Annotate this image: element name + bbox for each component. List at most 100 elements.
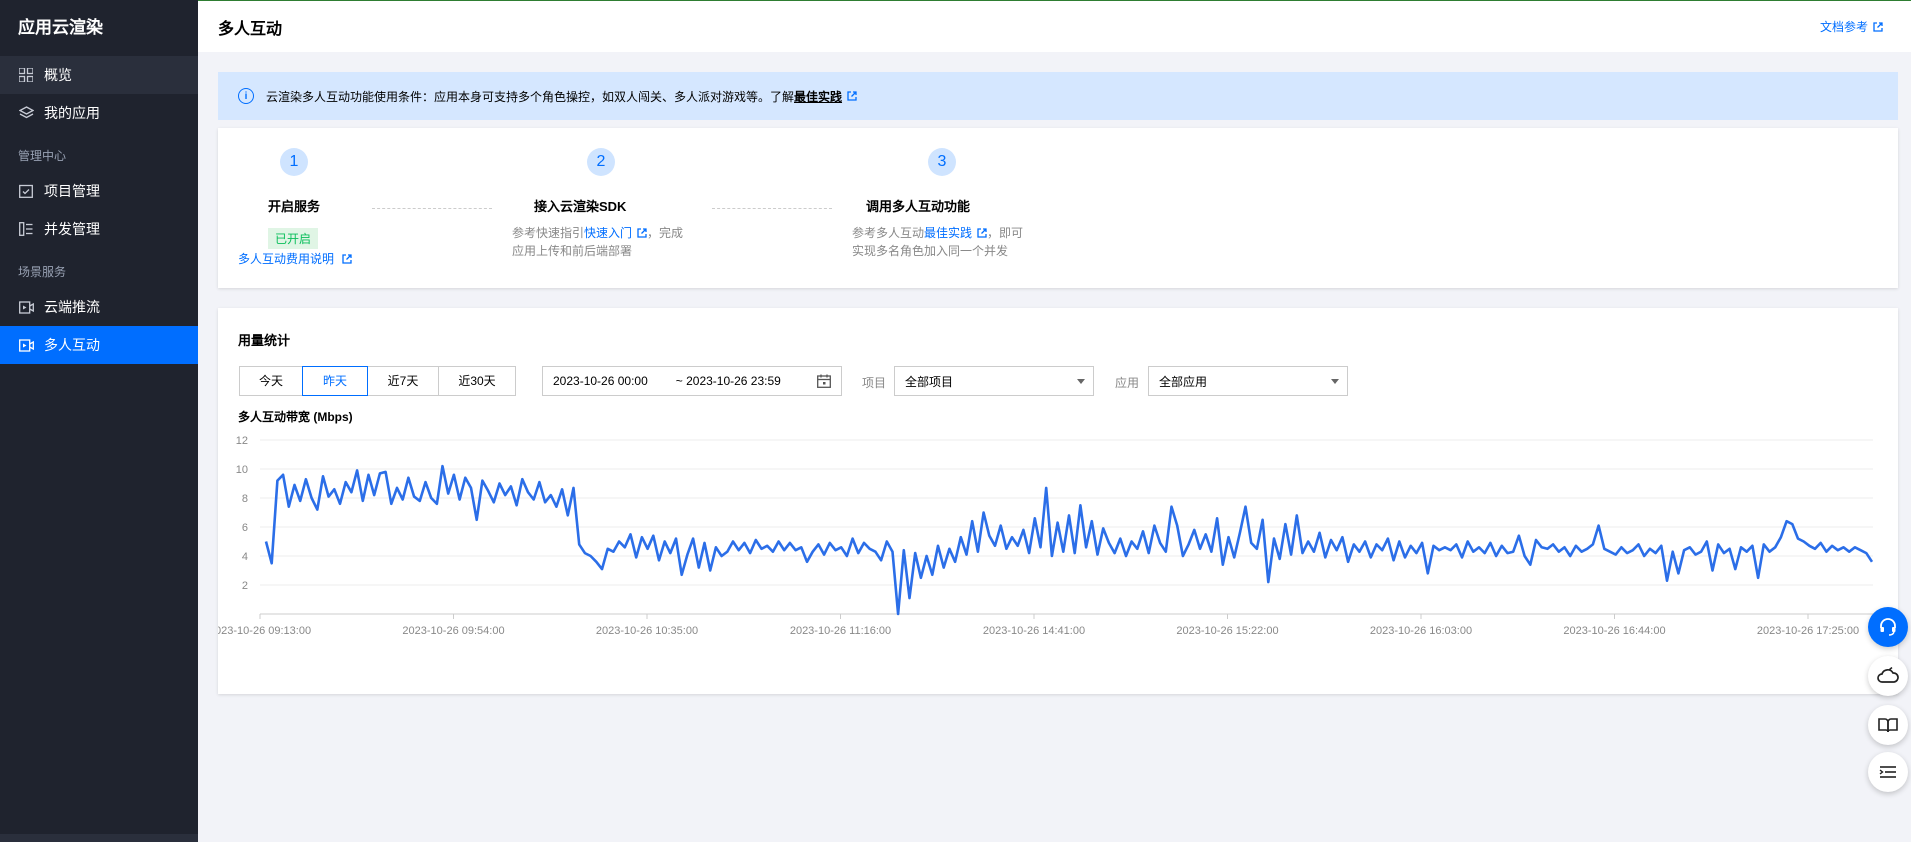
step-desc-text: 实现多名角色加入同一个并发 (852, 244, 1009, 258)
sidebar-item-label: 项目管理 (44, 183, 100, 199)
app-select-value: 全部应用 (1159, 374, 1208, 389)
x-tick-label: 2023-10-26 09:54:00 (402, 625, 504, 637)
external-link-icon (637, 228, 647, 238)
nav-group-manage: 管理中心 (18, 149, 67, 163)
step-desc-text: ，完成 (647, 226, 684, 240)
sidebar-item-label: 多人互动 (44, 337, 100, 353)
page-header: 多人互动 文档参考 (198, 0, 1911, 52)
page-title: 多人互动 (218, 21, 283, 38)
sidebar-item-multiplayer[interactable]: 多人互动 (0, 326, 198, 364)
date-start: 2023-10-26 00:00 (553, 374, 648, 388)
video-icon (18, 299, 34, 315)
cloud-button[interactable] (1868, 656, 1908, 696)
step-desc-text: 参考快速指引 (512, 226, 585, 240)
fee-doc-link-label: 多人互动费用说明 (238, 252, 335, 266)
doc-link-label: 文档参考 (1819, 20, 1868, 34)
steps-card: 1 开启服务 已开启 多人互动费用说明 2 接入云渲染SDK 参考快速指引快速入… (218, 128, 1898, 288)
cloud-icon (1877, 667, 1899, 683)
step-connector (712, 208, 832, 209)
range-30days-button[interactable]: 近30天 (438, 366, 516, 396)
chevron-down-icon (1331, 379, 1339, 384)
range-yesterday-button[interactable]: 昨天 (302, 366, 368, 396)
usage-stats-card: 用量统计 今天 昨天 近7天 近30天 2023-10-26 00:00 ~ 2… (218, 308, 1898, 694)
support-button[interactable] (1868, 607, 1908, 647)
x-tick-label: 2023-10-26 15:22:00 (1176, 625, 1278, 637)
range-7days-button[interactable]: 近7天 (367, 366, 439, 396)
list-ordered-icon (1879, 766, 1896, 778)
sidebar-item-label: 并发管理 (44, 221, 100, 237)
external-link-icon (847, 91, 857, 101)
x-tick-label: 2023-10-26 16:44:00 (1563, 625, 1665, 637)
step-description: 参考快速指引快速入门 ，完成 应用上传和前后端部署 (512, 224, 683, 260)
headset-icon (1880, 618, 1896, 636)
info-notice: i 云渲染多人互动功能使用条件：应用本身可支持多个角色操控，如双人闯关、多人派对… (218, 72, 1898, 120)
sidebar-item-label: 我的应用 (44, 105, 100, 121)
y-tick-label: 6 (242, 522, 248, 534)
x-tick-label: 2023-10-26 10:35:00 (596, 625, 698, 637)
video-play-icon (18, 337, 34, 353)
notice-text: 云渲染多人互动功能使用条件：应用本身可支持多个角色操控，如双人闯关、多人派对游戏… (266, 89, 795, 104)
y-tick-label: 8 (242, 493, 248, 505)
list-icon (18, 221, 34, 237)
step-desc-text: 应用上传和前后端部署 (512, 244, 633, 258)
step-number: 1 (280, 148, 308, 176)
sidebar-item-overview[interactable]: 概览 (0, 56, 198, 94)
x-tick-label: 2023-10-26 14:41:00 (983, 625, 1085, 637)
project-label: 项目 (862, 376, 887, 390)
status-badge: 已开启 (268, 228, 319, 249)
layers-icon (18, 105, 34, 121)
y-tick-label: 12 (236, 435, 248, 447)
x-tick-label: 2023-10-26 11:16:00 (790, 625, 891, 637)
calendar-icon (817, 374, 831, 388)
range-selector: 今天 昨天 近7天 近30天 (239, 366, 516, 396)
x-tick-label: 2023-10-26 17:25:00 (1757, 625, 1859, 637)
sidebar-item-projects[interactable]: 项目管理 (0, 172, 198, 210)
nav-group-scene: 场景服务 (18, 265, 67, 279)
bandwidth-chart: 2 4 6 8 10 12 2023-10-26 09:13:00 2023-10-26 09… (218, 435, 1874, 637)
app-select[interactable]: 全部应用 (1148, 366, 1348, 396)
y-tick-label: 2 (242, 580, 248, 592)
sidebar-item-label: 云端推流 (44, 299, 100, 315)
step-title: 接入云渲染SDK (534, 199, 627, 214)
menu-button[interactable] (1868, 752, 1908, 792)
docs-button[interactable] (1868, 705, 1908, 745)
y-tick-label: 4 (242, 551, 248, 563)
bandwidth-series-line (264, 464, 1874, 616)
sidebar-bottom-strip (0, 834, 198, 842)
chevron-down-icon (1077, 379, 1085, 384)
app-label: 应用 (1115, 376, 1140, 390)
date-end: ~ 2023-10-26 23:59 (675, 374, 781, 388)
doc-link[interactable]: 文档参考 (1820, 18, 1883, 35)
date-range-picker[interactable]: 2023-10-26 00:00 ~ 2023-10-26 23:59 (542, 366, 842, 396)
sidebar-item-label: 概览 (44, 67, 72, 83)
quick-start-link[interactable]: 快速入门 (584, 226, 632, 240)
external-link-icon (1873, 21, 1883, 32)
best-practice-link-2[interactable]: 最佳实践 (924, 226, 972, 240)
y-tick-label: 10 (236, 464, 248, 476)
step-number: 3 (928, 148, 956, 176)
external-link-icon (977, 228, 987, 238)
info-icon: i (238, 88, 254, 104)
step-desc-text: 参考多人互动 (852, 226, 925, 240)
step-description: 参考多人互动最佳实践 ，即可 实现多名角色加入同一个并发 (852, 224, 1023, 260)
sidebar-item-my-apps[interactable]: 我的应用 (0, 94, 198, 132)
grid-icon (18, 67, 34, 83)
step-title: 调用多人互动功能 (866, 199, 971, 214)
book-open-icon (1878, 718, 1898, 733)
section-title: 用量统计 (238, 333, 291, 348)
best-practice-link[interactable]: 最佳实践 (794, 88, 842, 105)
sidebar-item-concurrency[interactable]: 并发管理 (0, 210, 198, 248)
sidebar-item-cloud-stream[interactable]: 云端推流 (0, 288, 198, 326)
project-select-value: 全部项目 (905, 374, 954, 389)
step-number: 2 (587, 148, 615, 176)
step-title: 开启服务 (268, 199, 321, 214)
fee-doc-link[interactable]: 多人互动费用说明 (238, 250, 353, 267)
range-today-button[interactable]: 今天 (239, 366, 303, 396)
brand-title: 应用云渲染 (18, 18, 103, 37)
calendar-check-icon (18, 183, 34, 199)
step-desc-text: ，即可 (987, 226, 1024, 240)
step-connector (372, 208, 492, 209)
project-select[interactable]: 全部项目 (894, 366, 1094, 396)
x-tick-label: 2023-10-26 09:13:00 (218, 625, 311, 637)
external-link-icon (342, 254, 353, 264)
